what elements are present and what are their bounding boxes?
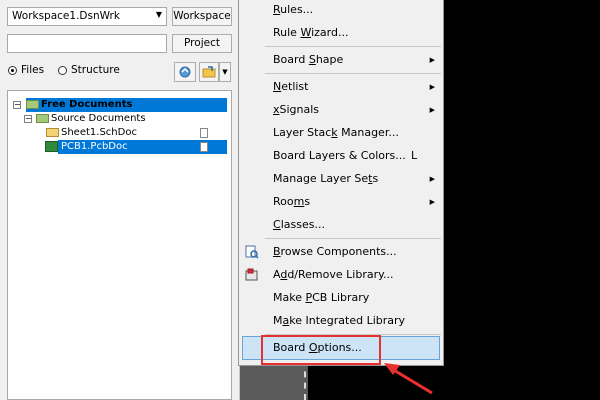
submenu-arrow-icon: ▶ xyxy=(429,198,435,206)
submenu-arrow-icon: ▶ xyxy=(429,106,435,114)
radio-structure-label: Structure xyxy=(71,64,120,76)
canvas-gray-region xyxy=(240,360,308,400)
menu-item-browse-components[interactable]: Browse Components... xyxy=(273,243,397,261)
annotation-highlight-box xyxy=(261,335,381,365)
tree-item-pcb1[interactable]: PCB1.PcbDoc xyxy=(61,140,128,154)
workspace-button[interactable]: Workspace xyxy=(172,7,232,26)
board-outline-dashed xyxy=(304,360,306,400)
folder-dropdown-button[interactable]: ▼ xyxy=(219,62,231,82)
add-remove-library-icon xyxy=(245,268,258,281)
radio-files[interactable]: Files xyxy=(8,64,44,76)
menu-item-classes[interactable]: Classes... xyxy=(273,216,325,234)
projects-panel: Workspace1.DsnWrk ▼ Workspace Project Fi… xyxy=(0,0,240,400)
submenu-arrow-icon: ▶ xyxy=(429,56,435,64)
folder-icon xyxy=(26,100,39,109)
pcb-doc-icon xyxy=(45,141,58,152)
menu-item-board-layers-colors[interactable]: Board Layers & Colors... xyxy=(273,147,406,165)
menu-item-layer-stack-manager[interactable]: Layer Stack Manager... xyxy=(273,124,399,142)
project-refresh-icon xyxy=(179,66,191,78)
chevron-down-icon: ▼ xyxy=(222,68,228,76)
tree-item-free-documents[interactable]: Free Documents xyxy=(41,98,132,112)
document-icon xyxy=(200,142,208,152)
project-field[interactable] xyxy=(7,34,167,53)
radio-files-label: Files xyxy=(21,64,45,76)
menu-item-add-remove-library[interactable]: Add/Remove Library... xyxy=(273,266,394,284)
document-icon xyxy=(200,128,208,138)
submenu-arrow-icon: ▶ xyxy=(429,83,435,91)
menu-item-board-shape[interactable]: Board Shape xyxy=(273,51,343,69)
project-tree: − Free Documents − Source Documents Shee… xyxy=(7,90,232,400)
menu-item-make-integrated-library[interactable]: Make Integrated Library xyxy=(273,312,405,330)
menu-item-xsignals[interactable]: xSignals xyxy=(273,101,319,119)
menu-item-rule-wizard[interactable]: Rule Wizard... xyxy=(273,24,348,42)
menu-item-rules[interactable]: Rules... xyxy=(273,1,313,19)
tree-item-source-documents[interactable]: Source Documents xyxy=(51,112,146,126)
menu-shortcut-l: L xyxy=(411,149,418,162)
browse-components-icon xyxy=(245,245,259,259)
tree-item-sheet1[interactable]: Sheet1.SchDoc xyxy=(61,126,137,140)
submenu-arrow-icon: ▶ xyxy=(429,175,435,183)
radio-structure[interactable]: Structure xyxy=(58,64,120,76)
workspace-combo-value: Workspace1.DsnWrk xyxy=(12,10,120,22)
menu-icon-strip xyxy=(239,0,263,365)
folder-icon xyxy=(36,114,49,123)
menu-item-make-pcb-library[interactable]: Make PCB Library xyxy=(273,289,369,307)
menu-separator xyxy=(265,238,441,239)
annotation-arrow-icon xyxy=(384,363,433,395)
radio-structure-indicator xyxy=(58,65,67,75)
folder-open-button[interactable] xyxy=(199,62,219,82)
radio-files-indicator xyxy=(8,65,17,75)
schematic-doc-icon xyxy=(46,128,59,137)
menu-separator xyxy=(265,73,441,74)
folder-open-icon xyxy=(202,66,216,78)
collapse-icon[interactable]: − xyxy=(24,115,32,123)
workspace-combo[interactable]: Workspace1.DsnWrk ▼ xyxy=(7,7,167,26)
menu-item-netlist[interactable]: Netlist xyxy=(273,78,308,96)
chevron-down-icon: ▼ xyxy=(155,10,162,19)
design-menu: Rules... Rule Wizard... Board Shape Netl… xyxy=(238,0,444,366)
menu-item-rooms[interactable]: Rooms xyxy=(273,193,310,211)
project-button[interactable]: Project xyxy=(172,34,232,53)
menu-separator xyxy=(265,46,441,47)
menu-item-manage-layer-sets[interactable]: Manage Layer Sets xyxy=(273,170,378,188)
refresh-project-button[interactable] xyxy=(174,62,196,82)
collapse-icon[interactable]: − xyxy=(13,101,21,109)
